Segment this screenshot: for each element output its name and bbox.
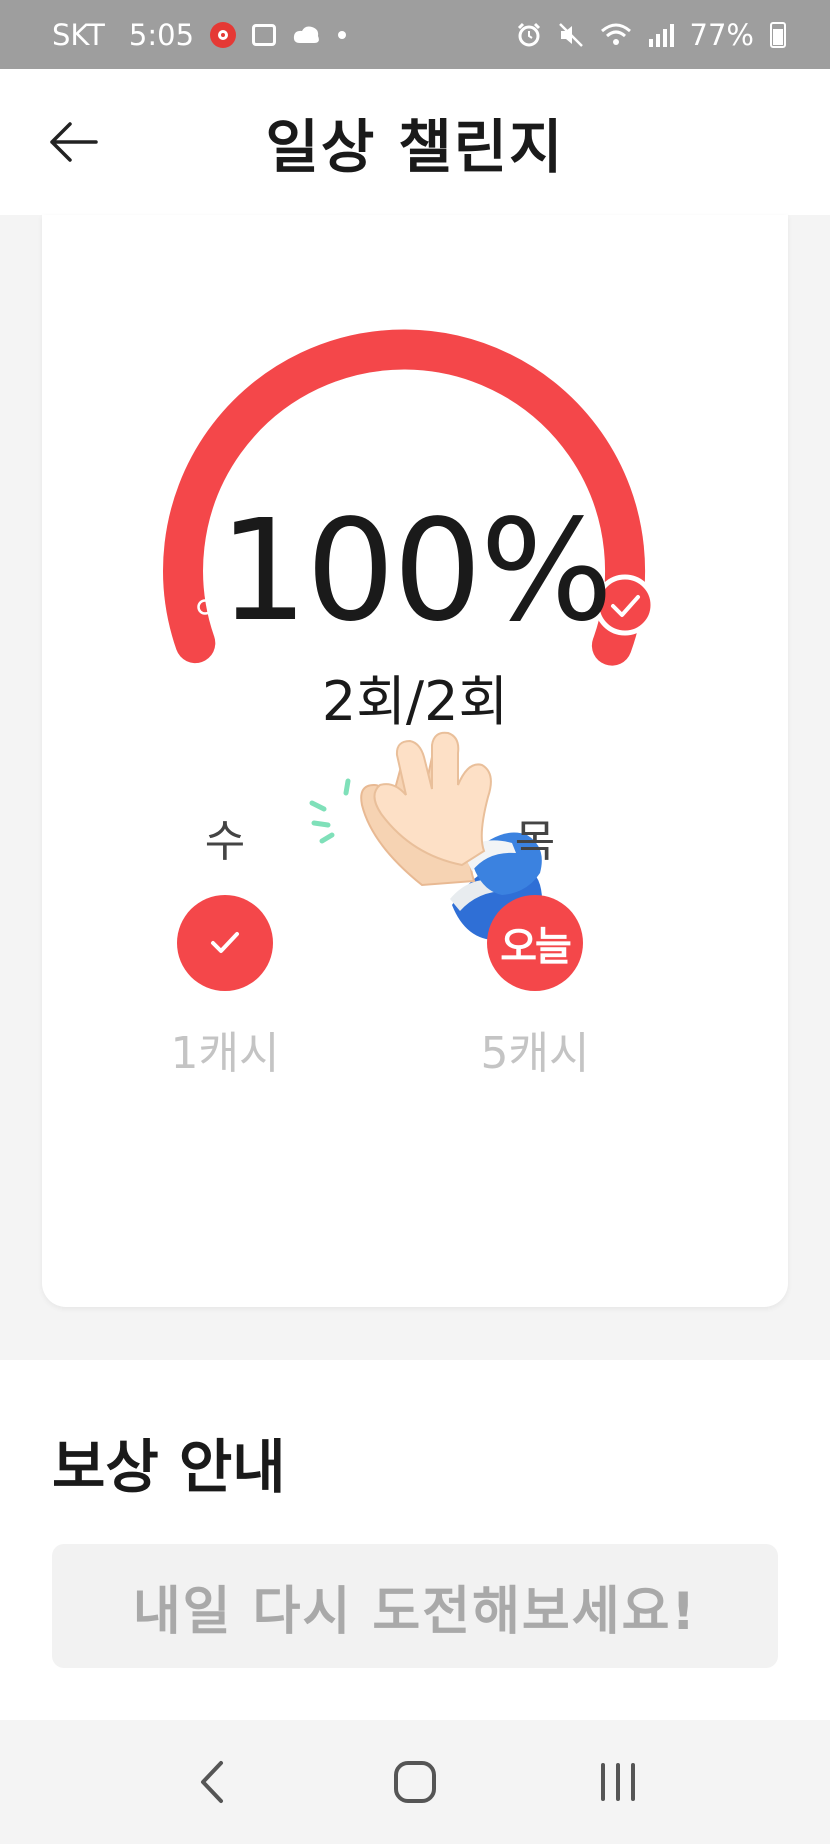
gallery-icon — [252, 23, 277, 46]
recents-nav-icon — [601, 1763, 636, 1801]
alarm-icon — [516, 22, 542, 48]
status-left: SKT 5:05 — [52, 17, 347, 52]
day-label: 수 — [204, 816, 246, 867]
progress-gauge — [163, 299, 656, 666]
nav-back-button[interactable] — [172, 1742, 252, 1822]
recorder-icon — [210, 21, 237, 48]
reward-title: 보상 안내 — [52, 1433, 286, 1501]
check-icon — [211, 932, 239, 953]
page-title: 일상 챌린지 — [265, 113, 565, 181]
retry-tomorrow-button[interactable]: 내일 다시 도전해보세요! — [52, 1544, 778, 1668]
challenge-card: 100% 2회/2회 수 1캐시 목 오늘 5캐시 — [42, 215, 788, 1307]
day-reward: 5캐시 — [480, 1028, 590, 1079]
battery-icon — [770, 21, 786, 48]
status-bar: SKT 5:05 77% — [0, 0, 830, 69]
back-button[interactable] — [38, 107, 108, 177]
dot-icon — [338, 30, 347, 39]
day-label: 목 — [514, 816, 556, 867]
carrier-label: SKT — [52, 17, 105, 52]
signal-icon — [648, 23, 674, 47]
home-nav-icon — [393, 1761, 436, 1803]
status-right: 77% — [516, 18, 786, 52]
mute-icon — [558, 22, 584, 48]
progress-percent: 100% — [218, 490, 613, 653]
back-arrow-icon — [50, 122, 98, 162]
clock-label: 5:05 — [128, 17, 195, 52]
system-nav-bar — [0, 1720, 830, 1844]
day-status-done — [177, 895, 273, 991]
day-item-thu: 목 오늘 5캐시 — [455, 805, 615, 1081]
gauge-marker-middle — [406, 299, 422, 315]
cloud-icon — [292, 23, 322, 47]
battery-label: 77% — [689, 17, 754, 52]
day-item-wed: 수 1캐시 — [145, 805, 305, 1081]
nav-home-button[interactable] — [375, 1742, 455, 1822]
nav-recents-button[interactable] — [578, 1742, 658, 1822]
app-header: 일상 챌린지 — [0, 69, 830, 215]
wifi-icon — [600, 22, 632, 48]
day-status-today: 오늘 — [487, 895, 583, 991]
reward-section: 보상 안내 내일 다시 도전해보세요! — [0, 1360, 830, 1720]
day-reward: 1캐시 — [170, 1028, 280, 1079]
back-nav-icon — [200, 1761, 223, 1803]
